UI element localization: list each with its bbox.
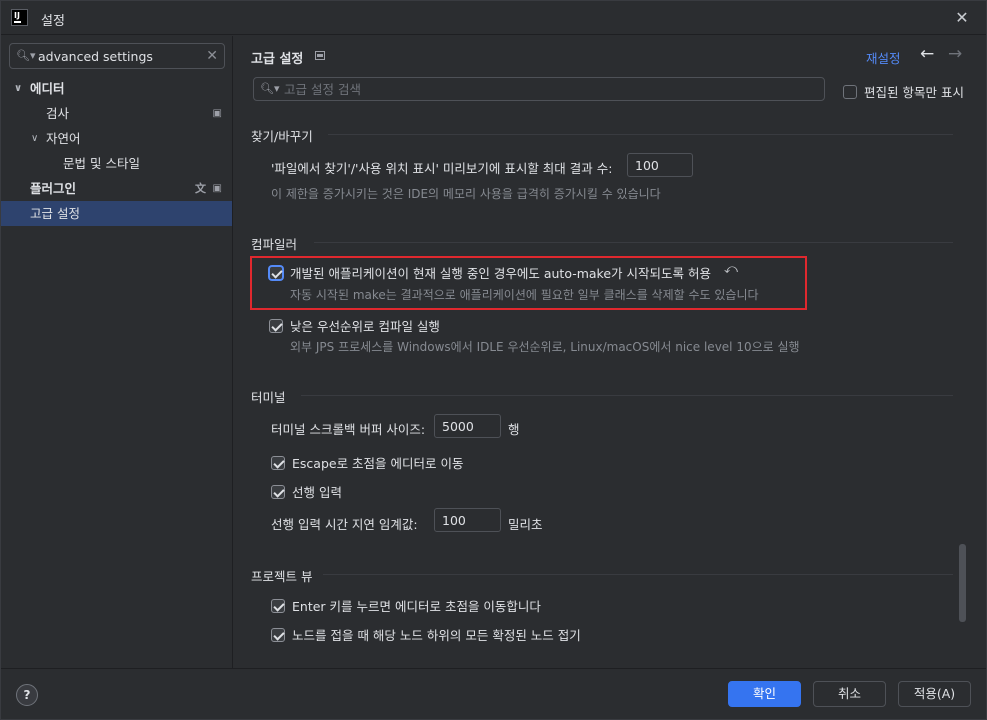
sidebar-item-label: 검사 [46, 106, 70, 121]
advanced-settings-search-input[interactable] [284, 80, 814, 98]
sidebar-item-inspections[interactable]: 검사 ▣ [1, 101, 232, 126]
automake-option[interactable]: 개발된 애플리케이션이 현재 실행 중인 경우에도 auto-make가 시작되… [269, 263, 711, 282]
section-divider [323, 574, 953, 575]
section-title-find-replace: 찾기/바꾸기 [251, 129, 313, 144]
apply-button[interactable]: 적용(A) [898, 681, 971, 707]
search-icon: 🔍︎▾ [260, 82, 280, 95]
help-button[interactable]: ? [16, 684, 38, 706]
ok-button[interactable]: 확인 [728, 681, 801, 707]
section-divider [301, 395, 953, 396]
automake-hint: 자동 시작된 make는 결과적으로 애플리케이션에 필요한 일부 클래스를 삭… [290, 288, 759, 302]
revert-icon[interactable]: ⤺ [724, 262, 738, 277]
sidebar-item-label: 문법 및 스타일 [63, 156, 140, 171]
low-priority-hint: 외부 JPS 프로세스를 Windows에서 IDLE 우선순위로, Linux… [290, 340, 800, 354]
sidebar-item-advanced-settings[interactable]: 고급 설정 [1, 201, 232, 226]
max-results-label: '파일에서 찾기'/'사용 위치 표시' 미리보기에 표시할 최대 결과 수: [271, 161, 613, 176]
scroll-buffer-unit: 행 [508, 422, 520, 437]
low-priority-label: 낮은 우선순위로 컴파일 실행 [290, 319, 440, 334]
typeahead-checkbox[interactable] [271, 484, 285, 499]
typeahead-delay-unit: 밀리초 [508, 517, 543, 532]
project-scope-icon: ▣ [212, 108, 222, 119]
window-title: 설정 [41, 14, 65, 29]
section-title-compiler: 컴파일러 [251, 237, 298, 252]
close-icon: ✕ [955, 8, 969, 27]
title-bar: IJ 설정 ✕ [1, 1, 986, 35]
automake-checkbox[interactable] [269, 265, 283, 280]
search-icon: 🔍︎▾ [16, 49, 36, 62]
sidebar-item-grammar-style[interactable]: 문법 및 스타일 [1, 151, 232, 176]
sidebar-item-plugins[interactable]: 플러그인 文 ▣ [1, 176, 232, 201]
sidebar: 🔍︎▾ ✕ ∨ 에디터 검사 ▣ ∨ 자연어 문법 및 스타일 플러그인 文 [1, 36, 233, 668]
escape-checkbox[interactable] [271, 455, 285, 470]
cancel-button[interactable]: 취소 [813, 681, 886, 707]
forward-arrow-icon[interactable]: → [948, 44, 962, 64]
enter-focus-checkbox[interactable] [271, 598, 285, 613]
section-title-terminal: 터미널 [251, 390, 286, 405]
settings-tree: ∨ 에디터 검사 ▣ ∨ 자연어 문법 및 스타일 플러그인 文 ▣ 고급 설정 [1, 76, 232, 226]
sidebar-item-label: 자연어 [46, 131, 81, 146]
low-priority-option[interactable]: 낮은 우선순위로 컴파일 실행 [269, 316, 440, 335]
sidebar-search: 🔍︎▾ ✕ [9, 43, 225, 69]
max-results-input[interactable] [627, 153, 693, 177]
sidebar-search-input[interactable] [38, 47, 204, 65]
enter-focus-label: Enter 키를 누르면 에디터로 초점을 이동합니다 [292, 599, 541, 614]
vertical-scrollbar[interactable] [959, 544, 966, 622]
project-scope-icon: ▣ [212, 183, 222, 194]
modified-only-option[interactable]: 편집된 항목만 표시 [843, 82, 964, 101]
advanced-settings-search: 🔍︎▾ [253, 77, 825, 101]
advanced-settings-panel: 고급 설정 재설정 ← → 🔍︎▾ 편집된 항목만 표시 찾기/바꾸기 '파일에… [234, 36, 986, 668]
chevron-down-icon[interactable]: ∨ [14, 76, 22, 101]
typeahead-option[interactable]: 선행 입력 [271, 482, 342, 501]
typeahead-delay-input[interactable] [434, 508, 501, 532]
low-priority-checkbox[interactable] [269, 318, 283, 333]
modified-only-checkbox[interactable] [843, 84, 857, 99]
close-button[interactable]: ✕ [952, 8, 972, 28]
section-divider [328, 134, 953, 135]
typeahead-label: 선행 입력 [292, 485, 342, 500]
sidebar-item-natural-languages[interactable]: ∨ 자연어 [1, 126, 232, 151]
section-divider [314, 242, 953, 243]
typeahead-delay-label: 선행 입력 시간 지연 임계값: [271, 517, 418, 532]
page-title: 고급 설정 [251, 52, 304, 67]
chevron-down-icon[interactable]: ∨ [31, 126, 38, 151]
collapse-nodes-label: 노드를 접을 때 해당 노드 하위의 모든 확정된 노드 접기 [292, 628, 581, 643]
collapse-nodes-checkbox[interactable] [271, 627, 285, 642]
back-arrow-icon[interactable]: ← [920, 44, 934, 64]
sidebar-item-editor[interactable]: ∨ 에디터 [1, 76, 232, 101]
collapse-nodes-option[interactable]: 노드를 접을 때 해당 노드 하위의 모든 확정된 노드 접기 [271, 625, 581, 644]
escape-option[interactable]: Escape로 초점을 에디터로 이동 [271, 453, 464, 472]
sidebar-item-label: 에디터 [30, 81, 65, 96]
automake-label: 개발된 애플리케이션이 현재 실행 중인 경우에도 auto-make가 시작되… [290, 266, 711, 281]
clear-search-icon[interactable]: ✕ [206, 47, 218, 65]
translate-icon: 文 [195, 182, 206, 195]
scroll-buffer-label: 터미널 스크롤백 버퍼 사이즈: [271, 422, 426, 437]
project-scope-icon [315, 51, 325, 60]
escape-label: Escape로 초점을 에디터로 이동 [292, 456, 464, 471]
scroll-buffer-input[interactable] [434, 414, 501, 438]
section-title-project-view: 프로젝트 뷰 [251, 569, 313, 584]
modified-only-label: 편집된 항목만 표시 [864, 85, 964, 100]
sidebar-item-label: 고급 설정 [30, 206, 80, 221]
settings-dialog: IJ 설정 ✕ 🔍︎▾ ✕ ∨ 에디터 검사 ▣ ∨ 자연어 문법 및 스타일 [0, 0, 987, 720]
sidebar-item-label: 플러그인 [30, 181, 77, 196]
enter-focus-option[interactable]: Enter 키를 누르면 에디터로 초점을 이동합니다 [271, 596, 541, 615]
intellij-logo-icon: IJ [11, 9, 28, 26]
dialog-footer: ? 확인 취소 적용(A) [1, 668, 986, 719]
max-results-hint: 이 제한을 증가시키는 것은 IDE의 메모리 사용을 급격히 증가시킬 수 있… [271, 187, 661, 201]
reset-link[interactable]: 재설정 [866, 48, 901, 67]
